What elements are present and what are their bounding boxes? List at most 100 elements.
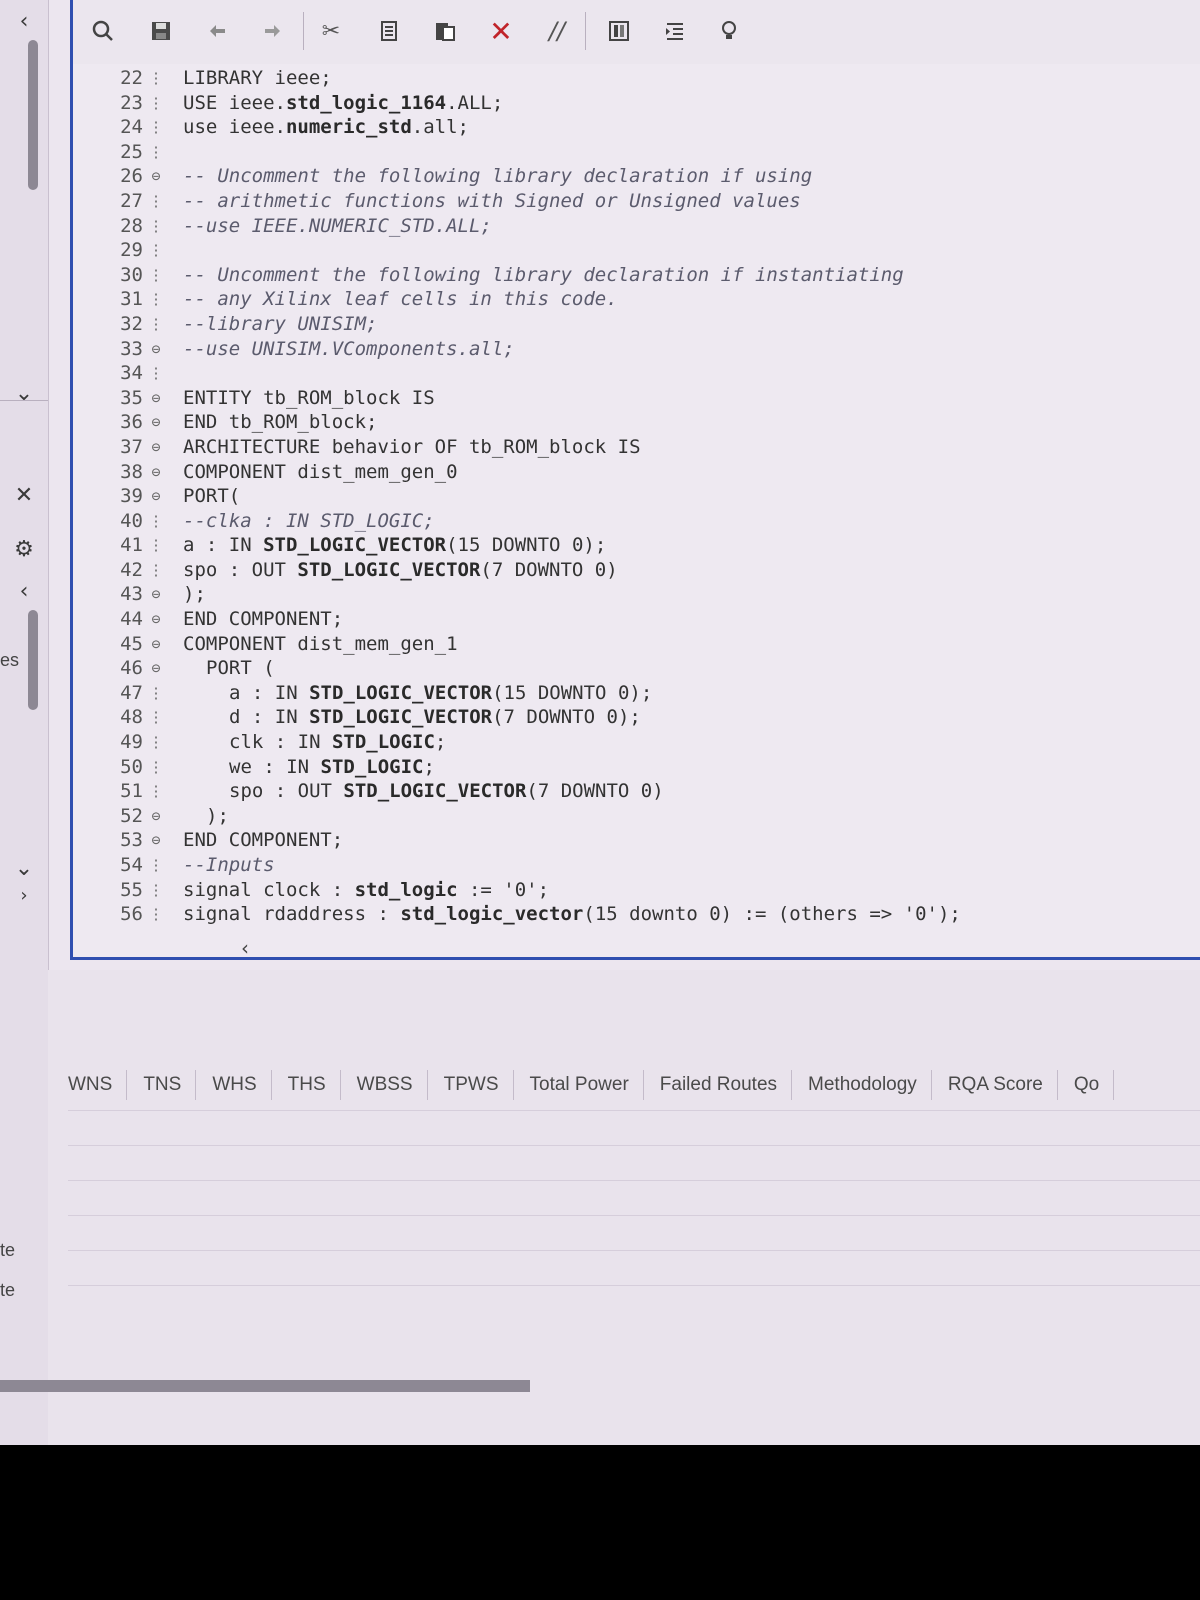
code-text: ); [183,582,206,607]
fold-toggle-icon[interactable]: ⊖ [147,607,165,632]
save-icon[interactable] [145,14,177,48]
code-line[interactable]: 38 ⊖ COMPONENT dist_mem_gen_0 [93,460,1193,485]
code-line[interactable]: 31 ⋮ -- any Xilinx leaf cells in this code… [93,287,1193,312]
code-line[interactable]: 32 ⋮ --library UNISIM; [93,312,1193,337]
line-number: 37 [120,435,143,458]
code-line[interactable]: 43 ⊖); [93,582,1193,607]
fold-toggle-icon[interactable]: ⊖ [147,386,165,411]
code-line[interactable]: 24 ⋮ use ieee.numeric_std.all; [93,115,1193,140]
column-header[interactable]: WBSS [357,1070,428,1100]
code-line[interactable]: 45 ⊖ COMPONENT dist_mem_gen_1 [93,632,1193,657]
column-header[interactable]: Total Power [530,1070,644,1100]
code-line[interactable]: 30 ⋮ -- Uncomment the following library de… [93,263,1193,288]
code-line[interactable]: 34 ⋮ [93,361,1193,386]
code-line[interactable]: 33 ⊖ --use UNISIM.VComponents.all; [93,337,1193,362]
code-line[interactable]: 50 ⋮ we : IN STD_LOGIC; [93,755,1193,780]
code-line[interactable]: 52 ⊖); [93,804,1193,829]
fold-toggle-icon[interactable]: ⊖ [147,828,165,853]
redo-icon[interactable] [257,14,289,48]
code-line[interactable]: 41 ⋮ a : IN STD_LOGIC_VECTOR(15 DOWNTO 0); [93,533,1193,558]
line-number: 22 [120,67,143,89]
code-token: (7 DOWNTO 0) [526,780,664,803]
indent-icon[interactable] [659,14,691,48]
fold-toggle-icon[interactable]: ⊖ [147,582,165,607]
expand-right-icon[interactable]: › [0,882,48,910]
fold-toggle-icon[interactable]: ⊖ [147,804,165,829]
code-line[interactable]: 35 ⊖ ENTITY tb_ROM_block IS [93,386,1193,411]
code-line[interactable]: 37 ⊖ ARCHITECTURE behavior OF tb_ROM_block… [93,435,1193,460]
comment-toggle-icon[interactable]: // [541,14,573,48]
search-icon[interactable] [87,14,119,48]
code-token: --clka : IN STD_LOGIC; [183,509,435,532]
expand-up-icon[interactable]: ‹ [0,578,48,606]
column-header[interactable]: Qo [1074,1070,1115,1100]
column-select-icon[interactable] [603,14,635,48]
column-header[interactable]: TPWS [444,1070,514,1100]
expand-down-icon[interactable]: ⌄ [0,855,48,883]
column-header[interactable]: Failed Routes [660,1070,793,1100]
fold-toggle-icon[interactable]: ⊖ [147,337,165,362]
code-line[interactable]: 23 ⋮ USE ieee.std_logic_1164.ALL; [93,91,1193,116]
code-line[interactable]: 29 ⋮ [93,238,1193,263]
fold-toggle-icon[interactable]: ⊖ [147,484,165,509]
code-token: -- Uncomment the following library decla… [183,165,813,188]
code-line[interactable]: 51 ⋮ spo : OUT STD_LOGIC_VECTOR(7 DOWNTO 0… [93,779,1193,804]
horizontal-scrollbar[interactable] [0,1380,530,1392]
code-line[interactable]: 54 ⋮ --Inputs [93,853,1193,878]
code-line[interactable]: 53 ⊖ END COMPONENT; [93,828,1193,853]
code-line[interactable]: 39 ⊖ PORT( [93,484,1193,509]
code-line[interactable]: 47 ⋮ a : IN STD_LOGIC_VECTOR(15 DOWNTO 0); [93,681,1193,706]
line-number: 49 [120,731,143,754]
code-text: d : IN STD_LOGIC_VECTOR(7 DOWNTO 0); [183,705,641,730]
code-line[interactable]: 26 ⊖ -- Uncomment the following library de… [93,164,1193,189]
code-line[interactable]: 55 ⋮ signal clock : std_logic := '0'; [93,878,1193,903]
code-token: signal clock : [183,878,355,901]
fold-toggle-icon[interactable]: ⊖ [147,460,165,485]
gear-icon[interactable]: ⚙ [0,536,48,564]
code-text: signal clock : std_logic := '0'; [183,878,549,903]
column-header[interactable]: WNS [68,1070,128,1100]
cut-icon[interactable]: ✂ [315,14,347,48]
code-line[interactable]: 36 ⊖ END tb_ROM_block; [93,410,1193,435]
paste-icon[interactable] [429,14,461,48]
code-line[interactable]: 44 ⊖ END COMPONENT; [93,607,1193,632]
grid-row [68,1110,1200,1111]
fold-toggle-icon[interactable]: ⊖ [147,410,165,435]
fold-toggle-icon[interactable]: ⊖ [147,164,165,189]
collapse-up-icon[interactable]: ‹ [0,8,48,36]
column-header[interactable]: WHS [212,1070,272,1100]
code-line[interactable]: 48 ⋮ d : IN STD_LOGIC_VECTOR(7 DOWNTO 0); [93,705,1193,730]
fold-toggle-icon[interactable]: ⊖ [147,632,165,657]
grid-row [68,1215,1200,1216]
copy-icon[interactable] [373,14,405,48]
column-header[interactable]: RQA Score [948,1070,1058,1100]
scroll-left-icon[interactable]: ‹ [241,936,249,960]
column-header[interactable]: TNS [143,1070,197,1100]
rail-scrollbar[interactable] [28,40,38,190]
collapse-down-icon[interactable]: ⌄ [0,380,48,408]
column-header[interactable]: Methodology [808,1070,932,1100]
fold-toggle-icon[interactable]: ⊖ [147,656,165,681]
code-line[interactable]: 49 ⋮ clk : IN STD_LOGIC; [93,730,1193,755]
code-editor[interactable]: ✂ ✕ // 22 ⋮ LIBRARY ieee; 23 ⋮ USE ieee.std_l… [70,0,1200,960]
code-line[interactable]: 22 ⋮ LIBRARY ieee; [93,66,1193,91]
undo-icon[interactable] [201,14,233,48]
rail-scrollbar-2[interactable] [28,610,38,710]
code-text: END tb_ROM_block; [183,410,377,435]
code-line[interactable]: 27 ⋮ -- arithmetic functions with Signed o… [93,189,1193,214]
code-line[interactable]: 28 ⋮ --use IEEE.NUMERIC_STD.ALL; [93,214,1193,239]
code-line[interactable]: 46 ⊖ PORT ( [93,656,1193,681]
close-icon[interactable]: ✕ [0,482,48,510]
code-token: COMPONENT dist_mem_gen_1 [183,632,458,655]
column-header[interactable]: THS [288,1070,341,1100]
code-line[interactable]: 42 ⋮ spo : OUT STD_LOGIC_VECTOR(7 DOWNTO 0… [93,558,1193,583]
bulb-icon[interactable] [713,14,745,48]
code-line[interactable]: 40 ⋮ --clka : IN STD_LOGIC; [93,509,1193,534]
delete-icon[interactable]: ✕ [485,14,517,48]
code-text: spo : OUT STD_LOGIC_VECTOR(7 DOWNTO 0) [183,558,618,583]
code-area[interactable]: 22 ⋮ LIBRARY ieee; 23 ⋮ USE ieee.std_logic_11… [93,66,1193,927]
fold-toggle-icon[interactable]: ⊖ [147,435,165,460]
code-text: --Inputs [183,853,275,878]
code-line[interactable]: 56 ⋮ signal rdaddress : std_logic_vector(1… [93,902,1193,927]
code-line[interactable]: 25 ⋮ [93,140,1193,165]
